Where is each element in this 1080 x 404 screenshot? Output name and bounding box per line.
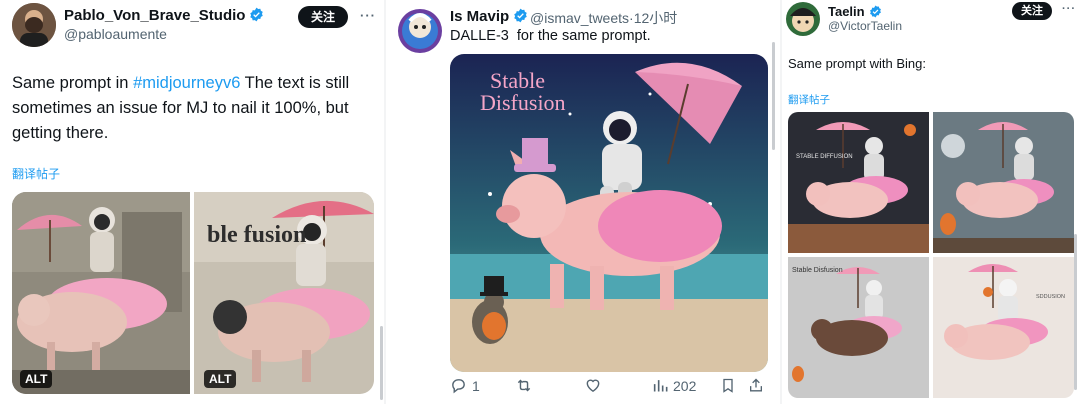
- more-icon[interactable]: ···: [360, 8, 376, 23]
- reply-icon: [452, 379, 465, 394]
- follow-button[interactable]: 关注: [1012, 2, 1052, 20]
- image-lettering: SDDUSION: [1036, 294, 1065, 300]
- avatar[interactable]: [786, 2, 820, 36]
- tweet-text: Same prompt in #midjourneyv6 The text is…: [12, 71, 372, 146]
- tweet-text: Same prompt with Bing:: [788, 56, 927, 71]
- share-icon: [750, 378, 762, 392]
- grid-image-3[interactable]: [788, 257, 929, 398]
- media-images: ble fusion: [12, 192, 374, 394]
- author-name[interactable]: Pablo_Von_Brave_Studio: [64, 7, 245, 24]
- scrollbar[interactable]: [1074, 234, 1077, 390]
- hashtag-link[interactable]: #midjourneyv6: [133, 74, 240, 92]
- grid-image-4[interactable]: [933, 257, 1074, 398]
- image-lettering: Stable Disfusion: [792, 267, 843, 274]
- avatar-portrait-icon: [786, 2, 820, 36]
- alt-badge[interactable]: ALT: [204, 370, 237, 388]
- bookmark-button[interactable]: [720, 377, 736, 394]
- more-icon[interactable]: ···: [1062, 3, 1076, 15]
- view-count: 202: [673, 377, 697, 394]
- grid-image-2[interactable]: [933, 112, 1074, 253]
- follow-button[interactable]: 关注: [298, 6, 348, 28]
- verified-badge-icon: [514, 8, 527, 23]
- like-button[interactable]: [584, 377, 602, 394]
- image-lettering: Disfusion: [480, 90, 566, 115]
- views-button[interactable]: 202: [652, 377, 696, 394]
- tweet-media[interactable]: ble fusion ALT ALT: [12, 192, 374, 394]
- scrollbar[interactable]: [380, 326, 383, 400]
- author-name[interactable]: Taelin: [828, 4, 865, 19]
- tweet-card-taelin: Taelin @VictorTaelin 关注 ··· Same prompt …: [782, 0, 1080, 404]
- media-image-grid: STABLE DIFFUSION Stable Disfusion SDDUSI…: [788, 112, 1074, 398]
- retweet-button[interactable]: [514, 377, 534, 394]
- tweet-card-mavip: Is Mavip @ismav_tweets·12小时 DALLE-3 for …: [386, 0, 780, 404]
- tweet-text-part: Same prompt in: [12, 74, 134, 92]
- tweet-card-pablo: Pablo_Von_Brave_Studio @pabloaumente 关注 …: [0, 0, 384, 404]
- tweet-media[interactable]: STABLE DIFFUSION Stable Disfusion SDDUSI…: [788, 112, 1074, 398]
- media-image: Stable Disfusion: [450, 54, 768, 372]
- post-time[interactable]: ·12小时: [629, 10, 677, 26]
- avatar[interactable]: [12, 3, 56, 47]
- share-button[interactable]: [748, 377, 764, 394]
- views-icon: [653, 380, 668, 392]
- author-handle[interactable]: @VictorTaelin: [828, 19, 902, 33]
- verified-badge-icon: [869, 5, 881, 18]
- alt-badge[interactable]: ALT: [20, 370, 53, 388]
- author-name[interactable]: Is Mavip: [450, 8, 509, 25]
- grid-image-1[interactable]: [788, 112, 929, 253]
- translate-post-link[interactable]: 翻译帖子: [788, 92, 830, 107]
- image-lettering: ble fusion: [207, 222, 306, 248]
- tweet-media[interactable]: Stable Disfusion: [450, 54, 768, 372]
- reply-count: 1: [472, 377, 480, 394]
- tweet-text: DALLE-3 for the same prompt.: [450, 28, 651, 44]
- avatar[interactable]: [398, 9, 442, 53]
- avatar-portrait-icon: [398, 9, 442, 53]
- reply-button[interactable]: 1: [450, 377, 480, 394]
- translate-post-link[interactable]: 翻译帖子: [12, 165, 60, 182]
- author-handle[interactable]: @ismav_tweets: [530, 10, 629, 26]
- like-icon: [586, 379, 600, 393]
- verified-badge-icon: [250, 7, 264, 22]
- retweet-icon: [517, 379, 531, 392]
- avatar-portrait-icon: [12, 3, 56, 47]
- scrollbar[interactable]: [772, 42, 775, 150]
- image-lettering: STABLE DIFFUSION: [796, 154, 853, 160]
- author-handle[interactable]: @pabloaumente: [64, 26, 167, 42]
- media-image-1[interactable]: [12, 192, 190, 394]
- bookmark-icon: [723, 378, 733, 393]
